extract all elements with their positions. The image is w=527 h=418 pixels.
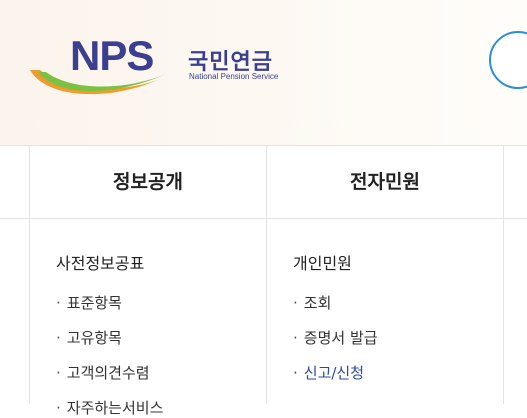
submenu-title[interactable]: 개인민원 [293, 250, 352, 274]
submenu-item[interactable]: · 자주하는서비스 [56, 397, 163, 418]
submenu-item[interactable]: · 표준항목 [56, 292, 122, 313]
nps-logo[interactable]: NPS 국민연금 National Pension Service [26, 36, 316, 116]
submenu-item-label: 증명서 발급 [303, 329, 378, 347]
bullet-icon: · [293, 329, 298, 347]
submenu-item-label: 신고/신청 [303, 364, 365, 382]
submenu-item[interactable]: · 조회 [293, 292, 331, 313]
submenu-item[interactable]: · 고객의견수렴 [56, 362, 150, 383]
submenu-item-label: 자주하는서비스 [66, 399, 164, 417]
bullet-icon: · [293, 364, 298, 382]
column-divider [266, 145, 267, 404]
bullet-icon: · [56, 294, 61, 312]
submenu-item[interactable]: · 고유항목 [56, 327, 122, 348]
nps-logo-mark: NPS [30, 36, 166, 95]
header-circle-button[interactable] [489, 31, 527, 89]
bullet-icon: · [293, 294, 298, 312]
submenu-column-civil: 개인민원 · 조회 · 증명서 발급 · 신고/신청 [293, 219, 493, 404]
submenu-item-label: 고유항목 [66, 329, 122, 347]
column-divider [503, 145, 504, 404]
submenu-title[interactable]: 사전정보공표 [56, 250, 144, 274]
bullet-icon: · [56, 364, 61, 382]
menu-tab-info-disclosure[interactable]: 정보공개 [30, 146, 266, 218]
menu-tab-partial[interactable] [0, 146, 29, 218]
logo-english-name: National Pension Service [189, 72, 279, 81]
submenu-column-info: 사전정보공표 · 표준항목 · 고유항목 · 고객의견수렴 · 자주하는서비스 [56, 219, 256, 417]
bullet-icon: · [56, 329, 61, 347]
logo-mark-text: NPS [70, 36, 153, 79]
submenu-item-label: 고객의견수렴 [66, 364, 150, 382]
column-divider [29, 145, 30, 404]
submenu-item-label: 표준항목 [66, 294, 122, 312]
submenu-item-active[interactable]: · 신고/신청 [293, 362, 364, 383]
menu-tab-e-civil-service[interactable]: 전자민원 [267, 146, 503, 218]
submenu-item[interactable]: · 증명서 발급 [293, 327, 378, 348]
main-menu-bar: 정보공개 전자민원 [0, 145, 527, 219]
submenu-item-label: 조회 [303, 294, 332, 312]
site-header: NPS 국민연금 National Pension Service [0, 0, 527, 145]
bullet-icon: · [56, 399, 61, 417]
